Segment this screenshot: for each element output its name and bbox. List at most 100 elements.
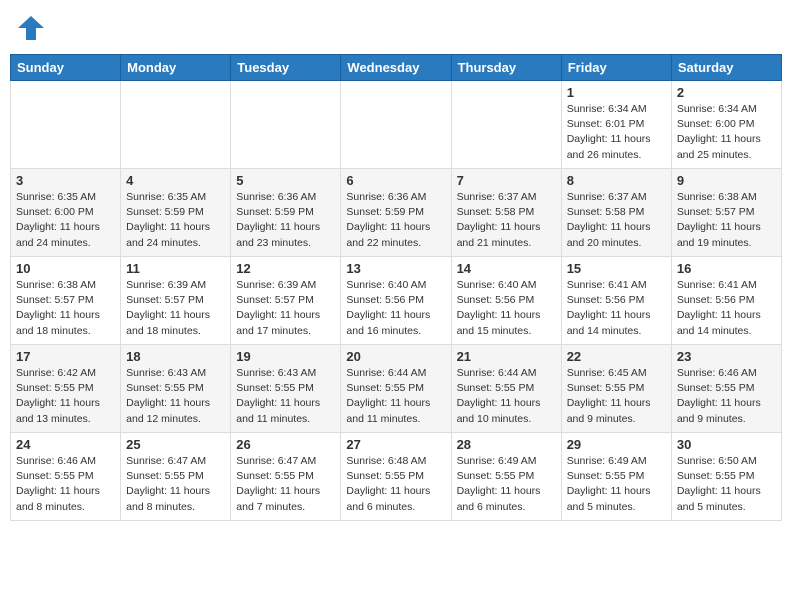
logo-icon xyxy=(16,14,46,42)
day-number: 30 xyxy=(677,437,776,452)
calendar-table: SundayMondayTuesdayWednesdayThursdayFrid… xyxy=(10,54,782,521)
day-cell: 3 Sunrise: 6:35 AMSunset: 6:00 PMDaylight… xyxy=(11,169,121,257)
day-number: 12 xyxy=(236,261,335,276)
day-cell: 26 Sunrise: 6:47 AMSunset: 5:55 PMDayligh… xyxy=(231,433,341,521)
day-cell: 7 Sunrise: 6:37 AMSunset: 5:58 PMDaylight… xyxy=(451,169,561,257)
day-info: Sunrise: 6:45 AMSunset: 5:55 PMDaylight:… xyxy=(567,366,666,427)
day-info: Sunrise: 6:46 AMSunset: 5:55 PMDaylight:… xyxy=(16,454,115,515)
weekday-header-row: SundayMondayTuesdayWednesdayThursdayFrid… xyxy=(11,55,782,81)
day-number: 29 xyxy=(567,437,666,452)
day-cell: 12 Sunrise: 6:39 AMSunset: 5:57 PMDayligh… xyxy=(231,257,341,345)
weekday-header-sunday: Sunday xyxy=(11,55,121,81)
day-cell: 23 Sunrise: 6:46 AMSunset: 5:55 PMDayligh… xyxy=(671,345,781,433)
day-cell: 24Sunrise: 6:46 AMSunset: 5:55 PMDayligh… xyxy=(11,433,121,521)
day-info: Sunrise: 6:48 AMSunset: 5:55 PMDaylight:… xyxy=(346,454,445,515)
day-cell: 10 Sunrise: 6:38 AMSunset: 5:57 PMDayligh… xyxy=(11,257,121,345)
day-info: Sunrise: 6:34 AMSunset: 6:01 PMDaylight:… xyxy=(567,102,666,163)
day-number: 6 xyxy=(346,173,445,188)
day-number: 19 xyxy=(236,349,335,364)
weekday-header-thursday: Thursday xyxy=(451,55,561,81)
day-cell: 1Sunrise: 6:34 AMSunset: 6:01 PMDaylight… xyxy=(561,81,671,169)
day-info: Sunrise: 6:37 AMSunset: 5:58 PMDaylight:… xyxy=(457,190,556,251)
day-number: 18 xyxy=(126,349,225,364)
week-row-2: 10 Sunrise: 6:38 AMSunset: 5:57 PMDayligh… xyxy=(11,257,782,345)
day-number: 11 xyxy=(126,261,225,276)
week-row-3: 17Sunrise: 6:42 AMSunset: 5:55 PMDayligh… xyxy=(11,345,782,433)
day-number: 27 xyxy=(346,437,445,452)
day-cell: 16Sunrise: 6:41 AMSunset: 5:56 PMDayligh… xyxy=(671,257,781,345)
day-info: Sunrise: 6:39 AMSunset: 5:57 PMDaylight:… xyxy=(236,278,335,339)
day-cell: 28 Sunrise: 6:49 AMSunset: 5:55 PMDayligh… xyxy=(451,433,561,521)
logo xyxy=(16,14,50,42)
day-number: 22 xyxy=(567,349,666,364)
day-cell: 25 Sunrise: 6:47 AMSunset: 5:55 PMDayligh… xyxy=(121,433,231,521)
weekday-header-friday: Friday xyxy=(561,55,671,81)
day-cell: 15 Sunrise: 6:41 AMSunset: 5:56 PMDayligh… xyxy=(561,257,671,345)
day-number: 5 xyxy=(236,173,335,188)
day-cell: 20 Sunrise: 6:44 AMSunset: 5:55 PMDayligh… xyxy=(341,345,451,433)
day-info: Sunrise: 6:40 AMSunset: 5:56 PMDaylight:… xyxy=(346,278,445,339)
day-info: Sunrise: 6:47 AMSunset: 5:55 PMDaylight:… xyxy=(126,454,225,515)
day-info: Sunrise: 6:36 AMSunset: 5:59 PMDaylight:… xyxy=(346,190,445,251)
day-cell: 18 Sunrise: 6:43 AMSunset: 5:55 PMDayligh… xyxy=(121,345,231,433)
day-number: 7 xyxy=(457,173,556,188)
day-cell xyxy=(11,81,121,169)
weekday-header-tuesday: Tuesday xyxy=(231,55,341,81)
day-info: Sunrise: 6:40 AMSunset: 5:56 PMDaylight:… xyxy=(457,278,556,339)
day-cell: 19 Sunrise: 6:43 AMSunset: 5:55 PMDayligh… xyxy=(231,345,341,433)
day-number: 17 xyxy=(16,349,115,364)
day-cell xyxy=(121,81,231,169)
day-number: 26 xyxy=(236,437,335,452)
day-cell: 8Sunrise: 6:37 AMSunset: 5:58 PMDaylight… xyxy=(561,169,671,257)
weekday-header-saturday: Saturday xyxy=(671,55,781,81)
day-cell: 27 Sunrise: 6:48 AMSunset: 5:55 PMDayligh… xyxy=(341,433,451,521)
day-info: Sunrise: 6:38 AMSunset: 5:57 PMDaylight:… xyxy=(677,190,776,251)
day-number: 3 xyxy=(16,173,115,188)
weekday-header-monday: Monday xyxy=(121,55,231,81)
day-info: Sunrise: 6:44 AMSunset: 5:55 PMDaylight:… xyxy=(457,366,556,427)
weekday-header-wednesday: Wednesday xyxy=(341,55,451,81)
day-cell: 6 Sunrise: 6:36 AMSunset: 5:59 PMDaylight… xyxy=(341,169,451,257)
day-cell xyxy=(451,81,561,169)
day-info: Sunrise: 6:49 AMSunset: 5:55 PMDaylight:… xyxy=(457,454,556,515)
day-number: 10 xyxy=(16,261,115,276)
day-number: 20 xyxy=(346,349,445,364)
day-cell: 14 Sunrise: 6:40 AMSunset: 5:56 PMDayligh… xyxy=(451,257,561,345)
day-cell: 2Sunrise: 6:34 AMSunset: 6:00 PMDaylight… xyxy=(671,81,781,169)
day-number: 23 xyxy=(677,349,776,364)
week-row-0: 1Sunrise: 6:34 AMSunset: 6:01 PMDaylight… xyxy=(11,81,782,169)
day-number: 28 xyxy=(457,437,556,452)
day-info: Sunrise: 6:41 AMSunset: 5:56 PMDaylight:… xyxy=(677,278,776,339)
day-info: Sunrise: 6:35 AMSunset: 5:59 PMDaylight:… xyxy=(126,190,225,251)
day-cell xyxy=(231,81,341,169)
day-info: Sunrise: 6:43 AMSunset: 5:55 PMDaylight:… xyxy=(126,366,225,427)
week-row-4: 24Sunrise: 6:46 AMSunset: 5:55 PMDayligh… xyxy=(11,433,782,521)
day-cell: 5 Sunrise: 6:36 AMSunset: 5:59 PMDaylight… xyxy=(231,169,341,257)
day-info: Sunrise: 6:38 AMSunset: 5:57 PMDaylight:… xyxy=(16,278,115,339)
day-info: Sunrise: 6:46 AMSunset: 5:55 PMDaylight:… xyxy=(677,366,776,427)
day-number: 25 xyxy=(126,437,225,452)
day-number: 8 xyxy=(567,173,666,188)
day-number: 2 xyxy=(677,85,776,100)
day-number: 15 xyxy=(567,261,666,276)
day-number: 21 xyxy=(457,349,556,364)
day-info: Sunrise: 6:36 AMSunset: 5:59 PMDaylight:… xyxy=(236,190,335,251)
day-number: 14 xyxy=(457,261,556,276)
day-info: Sunrise: 6:35 AMSunset: 6:00 PMDaylight:… xyxy=(16,190,115,251)
header xyxy=(10,10,782,46)
day-cell: 13 Sunrise: 6:40 AMSunset: 5:56 PMDayligh… xyxy=(341,257,451,345)
day-info: Sunrise: 6:50 AMSunset: 5:55 PMDaylight:… xyxy=(677,454,776,515)
day-info: Sunrise: 6:41 AMSunset: 5:56 PMDaylight:… xyxy=(567,278,666,339)
day-cell: 21 Sunrise: 6:44 AMSunset: 5:55 PMDayligh… xyxy=(451,345,561,433)
day-cell: 11Sunrise: 6:39 AMSunset: 5:57 PMDayligh… xyxy=(121,257,231,345)
day-cell: 9 Sunrise: 6:38 AMSunset: 5:57 PMDaylight… xyxy=(671,169,781,257)
day-cell: 30 Sunrise: 6:50 AMSunset: 5:55 PMDayligh… xyxy=(671,433,781,521)
day-cell: 29 Sunrise: 6:49 AMSunset: 5:55 PMDayligh… xyxy=(561,433,671,521)
day-number: 13 xyxy=(346,261,445,276)
day-info: Sunrise: 6:47 AMSunset: 5:55 PMDaylight:… xyxy=(236,454,335,515)
day-cell xyxy=(341,81,451,169)
day-info: Sunrise: 6:49 AMSunset: 5:55 PMDaylight:… xyxy=(567,454,666,515)
day-info: Sunrise: 6:43 AMSunset: 5:55 PMDaylight:… xyxy=(236,366,335,427)
day-info: Sunrise: 6:44 AMSunset: 5:55 PMDaylight:… xyxy=(346,366,445,427)
day-number: 9 xyxy=(677,173,776,188)
